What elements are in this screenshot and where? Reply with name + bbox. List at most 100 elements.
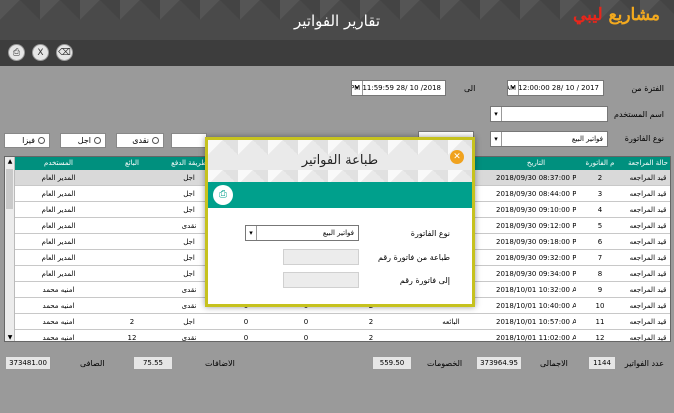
table-cell-date: 2018/10/01 10:32:00 AM (496, 286, 576, 294)
table-cell-user: المدير العام (41, 238, 76, 246)
print-from-label: طباعة من فاتورة رقم (378, 253, 450, 262)
user-label: اسم المستخدم (614, 110, 664, 119)
vertical-scrollbar[interactable]: ▲ ▼ (5, 157, 15, 341)
date-to-picker[interactable]: ▾2018/ 10 /28 11:59:59 PM (351, 80, 446, 96)
table-cell-num: 2 (597, 174, 603, 182)
count-label: عدد الفواتير (624, 359, 664, 368)
column-header[interactable]: التاريخ (496, 157, 576, 170)
table-cell-date: 2018/09/30 08:37:00 PM (496, 174, 576, 182)
table-cell-user: امنيه محمد (42, 318, 75, 326)
print-invoices-dialog: طباعة الفواتير ✕ ⎙ نوع الفاتورة ▾ فواتير … (205, 137, 475, 307)
table-cell-num: 5 (597, 222, 603, 230)
table-cell-user: المدير العام (41, 174, 76, 182)
table-cell-pay: اجل (183, 318, 195, 326)
table-cell-seller (102, 282, 162, 298)
dialog-type-label: نوع الفاتورة (410, 229, 450, 238)
chevron-down-icon[interactable]: ▾ (352, 81, 363, 95)
table-cell-c6: 0 (303, 318, 309, 326)
table-cell-status: قيد المراجعه (629, 174, 667, 182)
table-cell-date: 2018/10/01 11:02:00 AM (496, 334, 576, 342)
print-from-input[interactable] (283, 249, 359, 265)
table-cell-user: المدير العام (41, 222, 76, 230)
table-cell-status: قيد المراجعه (629, 222, 667, 230)
chevron-down-icon[interactable]: ▾ (508, 81, 519, 95)
table-cell-seller (102, 202, 162, 218)
table-cell-c7: 0 (243, 318, 249, 326)
table-cell-seller: 2 (129, 318, 135, 326)
table-cell-num: 11 (595, 318, 605, 326)
table-cell-date: 2018/09/30 09:34:00 PM (496, 270, 576, 278)
scroll-down-icon[interactable]: ▼ (5, 333, 15, 341)
table-cell-status: قيد المراجعه (629, 318, 667, 326)
dialog-toolbar: ⎙ (208, 182, 472, 208)
table-cell-date: 2018/09/30 08:44:00 PM (496, 190, 576, 198)
count-value: 1144 (588, 356, 616, 370)
table-cell-seller: 12 (127, 334, 137, 342)
table-cell-num: 3 (597, 190, 603, 198)
net-value: 373481.00 (5, 356, 51, 370)
chevron-down-icon[interactable]: ▾ (491, 107, 502, 121)
app-logo: مشاريع ليبي (573, 5, 660, 25)
print-icon[interactable]: ⎙ (8, 44, 25, 61)
invoice-type-label: نوع الفاتورة (624, 134, 664, 143)
radio-deferred[interactable]: اجل (60, 133, 106, 148)
table-cell-user: امنيه محمد (42, 334, 75, 342)
table-cell-num: 7 (597, 254, 603, 262)
table-cell-user: امنيه محمد (42, 286, 75, 294)
radio-icon (94, 137, 101, 144)
radio-visa[interactable]: فيزا (4, 133, 50, 148)
print-icon[interactable]: ⎙ (213, 185, 233, 205)
additions-value: 75.55 (133, 356, 173, 370)
table-cell-seller (102, 186, 162, 202)
additions-label: الاضافات (205, 359, 235, 368)
table-row[interactable]: قيد المراجعه 12 2018/10/01 11:02:00 AM 2 0 0 ن… (5, 330, 670, 342)
dialog-type-select[interactable]: ▾ فواتير البيع (245, 225, 359, 241)
period-to-label: الى (464, 84, 476, 93)
chevron-down-icon[interactable]: ▾ (491, 132, 502, 146)
print-to-input[interactable] (283, 272, 359, 288)
table-cell-seller (102, 298, 162, 314)
table-cell-pay: نقدى (181, 334, 197, 342)
table-cell-user: المدير العام (41, 270, 76, 278)
radio-extra[interactable] (171, 133, 207, 148)
chevron-down-icon[interactable]: ▾ (246, 226, 257, 240)
table-cell-user: المدير العام (41, 254, 76, 262)
pdf-icon[interactable]: ⌫ (56, 44, 73, 61)
table-cell-c6: 0 (303, 334, 309, 342)
table-cell-status: قيد المراجعه (629, 334, 667, 342)
title-bar: تقارير الفواتير مشاريع ليبي (0, 0, 674, 40)
scroll-thumb[interactable] (6, 169, 13, 209)
table-cell-status: قيد المراجعه (629, 206, 667, 214)
column-header[interactable]: حالة المراجعة (624, 157, 670, 170)
column-header[interactable]: المستخدم (15, 157, 102, 170)
table-cell-date: 2018/09/30 09:10:00 PM (496, 206, 576, 214)
total-value: 373964.95 (476, 356, 522, 370)
close-icon[interactable]: ✕ (450, 150, 464, 164)
table-cell-date: 2018/10/01 10:57:00 AM (496, 318, 576, 326)
table-cell-c5: 2 (368, 318, 374, 326)
table-cell-seller (102, 170, 162, 186)
excel-icon[interactable]: X (32, 44, 49, 61)
table-cell-c5: 2 (368, 334, 374, 342)
dialog-title: طباعة الفواتير (301, 153, 379, 168)
discounts-label: الخصومات (427, 359, 463, 368)
table-cell-status: قيد المراجعه (629, 302, 667, 310)
radio-icon (38, 137, 45, 144)
table-row[interactable]: قيد المراجعه 11 2018/10/01 10:57:00 AM البا… (5, 314, 670, 330)
table-cell-user: المدير العام (41, 190, 76, 198)
user-select[interactable]: ▾ (490, 106, 608, 122)
scroll-up-icon[interactable]: ▲ (5, 157, 15, 167)
column-header[interactable]: م الفاتورة (576, 157, 624, 170)
date-from-picker[interactable]: ▾2017 / 10 /28 12:00:00 AM (507, 80, 604, 96)
net-label: الصافى (80, 359, 105, 368)
print-to-label: إلى فاتورة رقم (399, 276, 450, 285)
table-cell-status: قيد المراجعه (629, 270, 667, 278)
table-cell-user: امنيه محمد (42, 302, 75, 310)
table-cell-date: 2018/09/30 09:12:00 PM (496, 222, 576, 230)
table-cell-date: 2018/10/01 10:40:00 AM (496, 302, 576, 310)
radio-cash[interactable]: نقدى (116, 133, 164, 148)
column-header[interactable]: البائع (102, 157, 162, 170)
invoice-type-select[interactable]: ▾ فواتير البيع (490, 131, 608, 147)
table-cell-num: 12 (595, 334, 605, 342)
table-cell-num: 6 (597, 238, 603, 246)
